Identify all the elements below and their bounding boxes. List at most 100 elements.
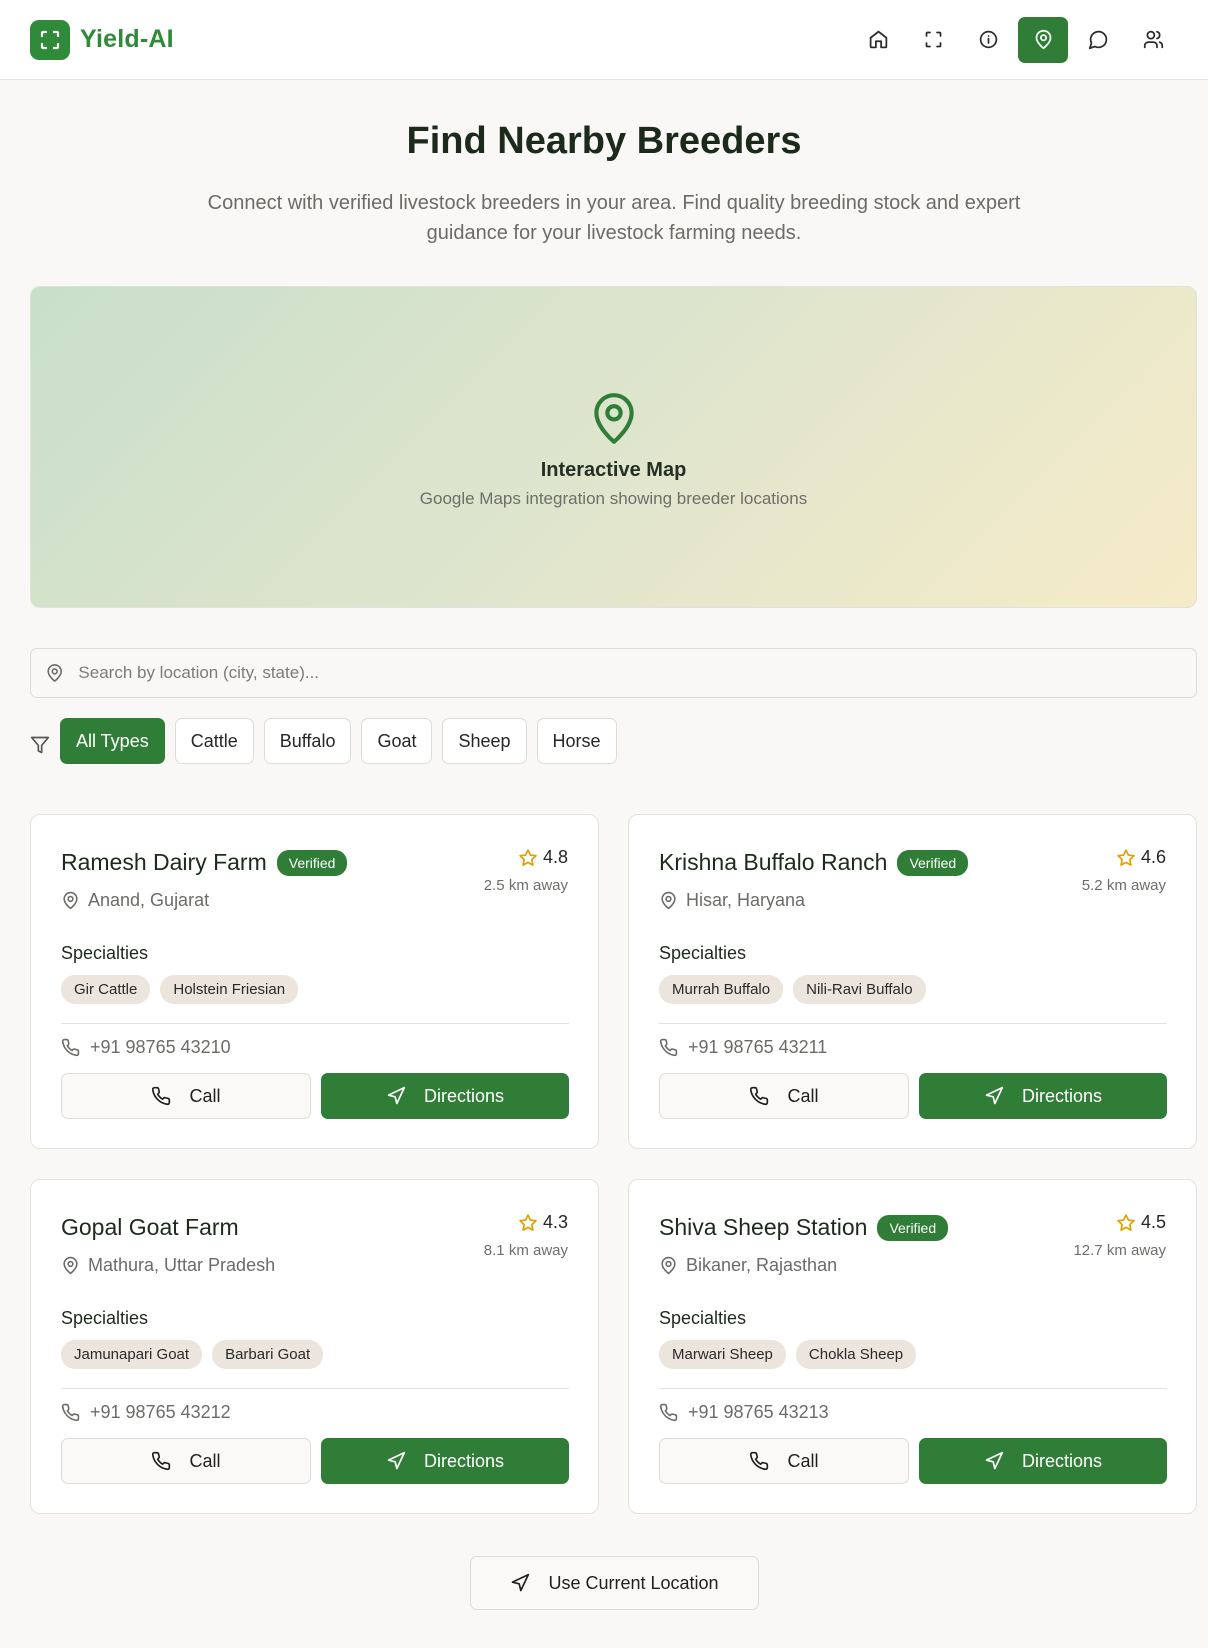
specialty-tags: Jamunapari Goat Barbari Goat	[61, 1340, 324, 1369]
call-button[interactable]: Call	[61, 1073, 311, 1119]
phone: +91 98765 43211	[659, 1037, 827, 1058]
location-text: Bikaner, Rajasthan	[686, 1255, 838, 1275]
rating: 4.3	[518, 1212, 568, 1233]
directions-button[interactable]: Directions	[919, 1073, 1167, 1119]
specialty-tag: Murrah Buffalo	[659, 975, 784, 1004]
users-icon	[1143, 30, 1163, 49]
phone-icon	[61, 1403, 80, 1422]
logo-scan-icon	[30, 19, 70, 60]
main-nav	[853, 16, 1178, 63]
rating-value: 4.6	[1140, 847, 1166, 867]
nav-info-button[interactable]	[963, 17, 1013, 63]
divider	[61, 1388, 569, 1389]
divider	[61, 1023, 569, 1024]
location-search	[30, 648, 1197, 698]
filter-cattle[interactable]: Cattle	[174, 718, 254, 764]
star-icon	[1117, 848, 1135, 866]
map-pin-icon	[1035, 29, 1051, 50]
nav-chat-button[interactable]	[1073, 17, 1123, 63]
verified-badge: Verified	[276, 849, 348, 876]
directions-button[interactable]: Directions	[321, 1438, 569, 1484]
breeder-card: Shiva Sheep Station Verified Bikaner, Ra…	[628, 1179, 1197, 1514]
map-title: Interactive Map	[540, 459, 687, 481]
call-label: Call	[787, 1450, 819, 1471]
info-icon	[979, 30, 997, 49]
home-icon	[869, 30, 887, 49]
breeder-location: Bikaner, Rajasthan	[659, 1255, 837, 1276]
breeder-name: Ramesh Dairy Farm	[61, 849, 267, 875]
location-text: Mathura, Uttar Pradesh	[88, 1255, 276, 1275]
breeder-name: Krishna Buffalo Ranch	[659, 849, 888, 875]
specialty-tag: Chokla Sheep	[795, 1340, 917, 1369]
navigation-icon	[985, 1451, 1004, 1470]
call-button[interactable]: Call	[659, 1438, 909, 1484]
directions-button[interactable]: Directions	[321, 1073, 569, 1119]
nav-home-button[interactable]	[853, 17, 903, 63]
nav-community-button[interactable]	[1128, 17, 1178, 63]
breeder-location: Mathura, Uttar Pradesh	[61, 1255, 275, 1276]
specialty-tag: Holstein Friesian	[160, 975, 299, 1004]
phone-icon	[152, 1451, 171, 1471]
directions-label: Directions	[1021, 1450, 1103, 1471]
rating-value: 4.8	[542, 847, 568, 867]
breeder-name: Shiva Sheep Station	[659, 1214, 868, 1240]
filter-goat[interactable]: Goat	[361, 718, 433, 764]
use-current-location-button[interactable]: Use Current Location	[470, 1556, 759, 1610]
navigation-icon	[387, 1451, 406, 1470]
filter-sheep[interactable]: Sheep	[442, 718, 527, 764]
rating: 4.5	[1116, 1212, 1166, 1233]
navigation-icon	[512, 1573, 530, 1592]
search-input[interactable]	[78, 663, 1182, 683]
brand[interactable]: Yield-AI	[30, 19, 174, 60]
distance: 2.5 km away	[483, 877, 568, 894]
filter-horse[interactable]: Horse	[536, 718, 617, 764]
breeder-location: Anand, Gujarat	[61, 890, 209, 911]
nav-scan-button[interactable]	[908, 17, 958, 63]
rating-value: 4.3	[542, 1212, 568, 1232]
phone-icon	[750, 1451, 769, 1471]
navigation-icon	[985, 1086, 1004, 1105]
breeder-location: Hisar, Haryana	[659, 890, 805, 911]
phone: +91 98765 43210	[61, 1037, 231, 1058]
filter-buffalo[interactable]: Buffalo	[263, 718, 352, 764]
rating: 4.6	[1116, 847, 1166, 868]
breeder-card: Ramesh Dairy Farm Verified Anand, Gujara…	[30, 814, 599, 1149]
specialties-label: Specialties	[61, 1308, 149, 1328]
distance: 12.7 km away	[1073, 1242, 1166, 1259]
scan-icon	[925, 31, 941, 48]
phone-icon	[750, 1086, 769, 1106]
phone-number: +91 98765 43210	[90, 1037, 231, 1057]
specialties-label: Specialties	[659, 943, 747, 963]
star-icon	[519, 848, 537, 866]
distance: 8.1 km away	[483, 1242, 568, 1259]
directions-button[interactable]: Directions	[919, 1438, 1167, 1484]
star-icon	[1117, 1213, 1135, 1231]
directions-label: Directions	[423, 1450, 505, 1471]
map-pin-icon	[661, 1256, 676, 1275]
specialty-tags: Marwari Sheep Chokla Sheep	[659, 1340, 917, 1369]
call-button[interactable]: Call	[61, 1438, 311, 1484]
map-pin-icon	[661, 891, 676, 910]
map-pin-icon	[63, 1256, 78, 1275]
phone: +91 98765 43212	[61, 1402, 231, 1423]
specialty-tag: Nili-Ravi Buffalo	[793, 975, 926, 1004]
specialty-tag: Barbari Goat	[212, 1340, 324, 1369]
map-subtitle: Google Maps integration showing breeder …	[419, 489, 808, 508]
location-text: Hisar, Haryana	[686, 890, 806, 910]
map-pin-icon	[593, 393, 634, 444]
call-button[interactable]: Call	[659, 1073, 909, 1119]
filter-icon	[30, 736, 50, 754]
directions-label: Directions	[423, 1085, 505, 1106]
verified-badge: Verified	[897, 849, 969, 876]
call-label: Call	[189, 1450, 221, 1471]
star-icon	[519, 1213, 537, 1231]
map-pin-icon	[47, 664, 62, 682]
specialties-label: Specialties	[61, 943, 149, 963]
divider	[659, 1023, 1167, 1024]
nav-breeders-button[interactable]	[1018, 16, 1068, 63]
interactive-map[interactable]: Interactive Map Google Maps integration …	[30, 286, 1197, 608]
brand-name: Yield-AI	[80, 25, 174, 53]
filter-all-types[interactable]: All Types	[60, 718, 165, 764]
specialty-tag: Marwari Sheep	[659, 1340, 786, 1369]
divider	[659, 1388, 1167, 1389]
